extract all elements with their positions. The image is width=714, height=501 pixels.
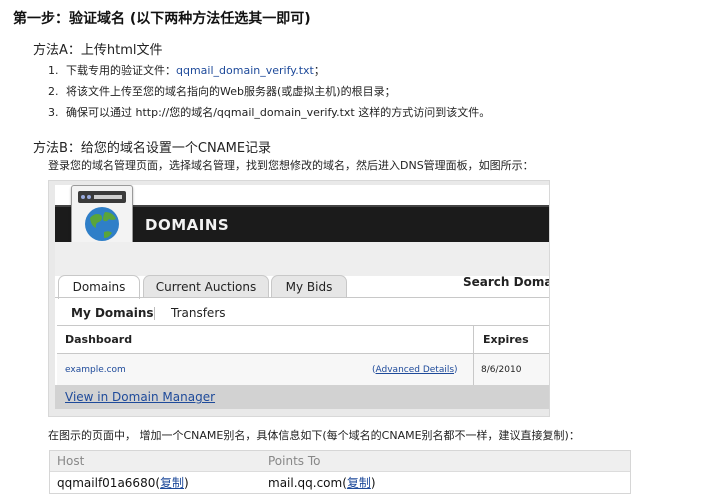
host-cell: qqmailf01a6680(复制): [57, 476, 189, 490]
expires-value: 8/6/2010: [481, 365, 522, 375]
table-footer: View in Domain Manager: [55, 385, 549, 409]
host-value: qqmailf01a6680: [57, 476, 156, 490]
tab-current-auctions[interactable]: Current Auctions: [143, 275, 269, 298]
step-number: 2.: [48, 85, 59, 98]
method-b-title: 方法B：给您的域名设置一个CNAME记录: [33, 141, 272, 156]
step-text-end: ；: [313, 64, 325, 77]
cname-instruction: 在图示的页面中， 增加一个CNAME别名，具体信息如下(每个域名的CNAME别名…: [48, 429, 580, 442]
cname-table: Host Points To qqmailf01a6680(复制) mail.q…: [49, 450, 631, 494]
step-text: 下载专用的验证文件：: [66, 64, 176, 77]
domain-link[interactable]: example.com: [65, 365, 126, 375]
column-header-expires: Expires: [483, 333, 529, 346]
cname-header-row: Host Points To: [50, 451, 630, 472]
subtab-transfers[interactable]: Transfers: [171, 306, 226, 320]
header-band: [55, 242, 549, 276]
screenshot-canvas: DOMAINS Domains Current Auctions My Bids…: [55, 185, 549, 409]
registrar-screenshot: DOMAINS Domains Current Auctions My Bids…: [48, 180, 550, 417]
view-in-domain-manager-link[interactable]: View in Domain Manager: [65, 390, 215, 404]
tab-divider: [55, 297, 549, 298]
step-number: 3.: [48, 106, 59, 119]
search-domain-label: Search Domain: [463, 275, 549, 289]
tab-domains[interactable]: Domains: [58, 275, 140, 299]
subtab-separator: [154, 307, 155, 320]
tab-my-bids[interactable]: My Bids: [271, 275, 347, 298]
method-a-steps: 1. 下载专用的验证文件：qqmail_domain_verify.txt； 2.…: [48, 62, 490, 125]
advanced-details-link[interactable]: (Advanced Details): [372, 365, 458, 375]
step-number: 1.: [48, 64, 59, 77]
column-separator: [473, 326, 474, 385]
column-header-host: Host: [57, 454, 85, 468]
step-item-3: 3. 确保可以通过 http://您的域名/qqmail_domain_verif…: [48, 104, 490, 125]
points-to-cell: mail.qq.com(复制): [268, 476, 376, 490]
copy-host-link[interactable]: 复制: [160, 476, 184, 490]
verify-file-link[interactable]: qqmail_domain_verify.txt: [176, 64, 314, 77]
column-header-points-to: Points To: [268, 454, 321, 468]
domains-table: Dashboard Expires example.com (Advanced …: [57, 325, 549, 386]
copy-points-to-link[interactable]: 复制: [347, 476, 371, 490]
step-item-2: 2. 将该文件上传至您的域名指向的Web服务器(或虚拟主机)的根目录；: [48, 83, 490, 104]
step-title: 第一步：验证域名 (以下两种方法任选其一即可): [13, 11, 311, 27]
table-row: example.com (Advanced Details) 8/6/2010: [57, 354, 549, 385]
step-item-1: 1. 下载专用的验证文件：qqmail_domain_verify.txt；: [48, 62, 490, 83]
subtab-my-domains[interactable]: My Domains: [71, 306, 154, 320]
step-text: 将该文件上传至您的域名指向的Web服务器(或虚拟主机)的根目录；: [66, 85, 396, 98]
banner-title: DOMAINS: [145, 216, 230, 234]
advanced-details-label[interactable]: Advanced Details: [376, 365, 455, 375]
method-a-title: 方法A：上传html文件: [33, 43, 163, 58]
step-text: 确保可以通过 http://您的域名/qqmail_domain_verify.…: [66, 106, 491, 119]
points-to-value: mail.qq.com: [268, 476, 343, 490]
dns-instruction: 登录您的域名管理页面，选择域名管理，找到您想修改的域名，然后进入DNS管理面板，…: [48, 159, 534, 172]
column-header-dashboard: Dashboard: [65, 333, 133, 346]
globe-window-icon: [71, 185, 133, 247]
